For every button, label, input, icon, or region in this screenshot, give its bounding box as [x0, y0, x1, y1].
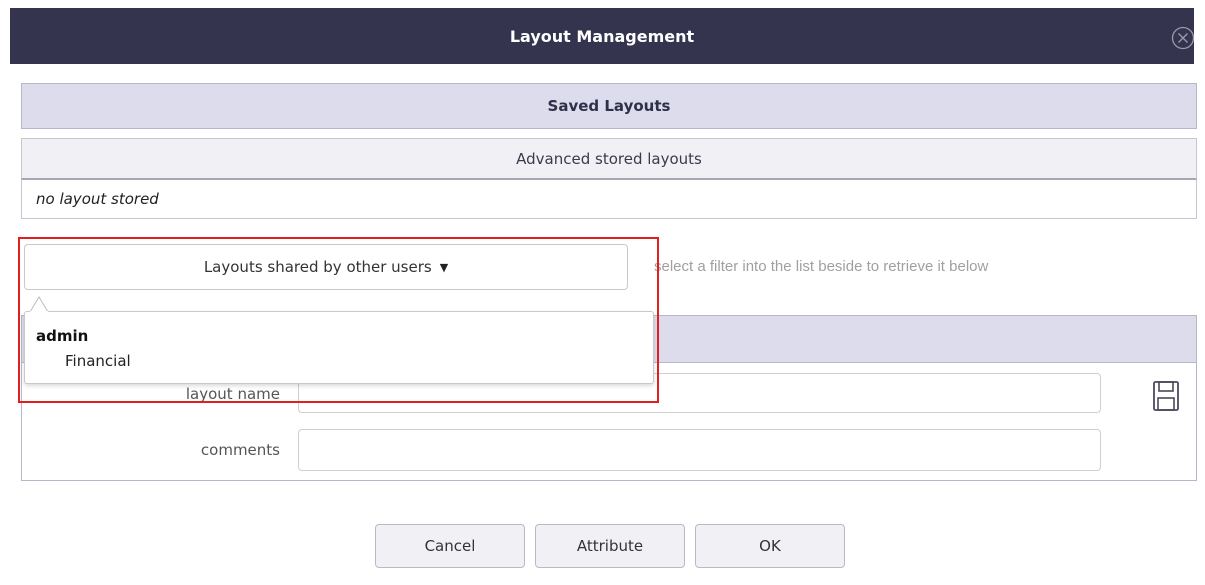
saved-layouts-header: Saved Layouts [21, 83, 1197, 129]
floppy-disk-icon[interactable] [1152, 380, 1180, 412]
comments-label: comments [200, 441, 280, 459]
comments-input[interactable] [298, 429, 1101, 471]
advanced-layouts-title: Advanced stored layouts [516, 149, 702, 168]
dialog-title: Layout Management [509, 26, 695, 46]
attribute-button[interactable]: Attribute [535, 524, 685, 568]
advanced-layouts-list: no layout stored [21, 180, 1197, 219]
dialog-titlebar: Layout Management [10, 8, 1194, 64]
filter-hint-text: select a filter into the list beside to … [654, 258, 989, 275]
ok-button[interactable]: OK [695, 524, 845, 568]
close-icon[interactable] [1171, 26, 1195, 50]
advanced-layouts-header: Advanced stored layouts [21, 138, 1197, 180]
cancel-button[interactable]: Cancel [375, 524, 525, 568]
saved-layouts-title: Saved Layouts [547, 97, 671, 115]
highlight-box [18, 237, 659, 403]
empty-layouts-message: no layout stored [36, 190, 159, 208]
